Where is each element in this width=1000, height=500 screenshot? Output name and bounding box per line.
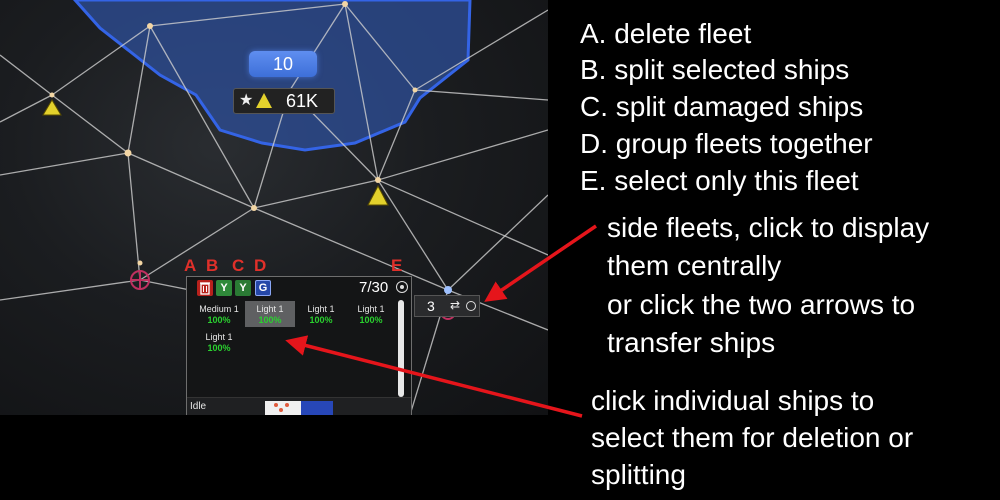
ship-count: 7/30 <box>359 279 389 296</box>
instruction-c: C. split damaged ships <box>580 91 864 122</box>
ship-list-scrollbar[interactable] <box>398 300 404 397</box>
side-fleet-note-2: them centrally <box>607 250 782 281</box>
callout-c: C <box>232 256 245 275</box>
fleet-strength-box: ★ 61K <box>233 88 335 114</box>
instruction-a: A. delete fleet <box>580 18 752 49</box>
instruction-b: B. split selected ships <box>580 54 850 85</box>
fleet-size-badge[interactable]: 10 <box>249 51 317 77</box>
callout-d: D <box>254 256 267 275</box>
callout-e: E <box>391 256 403 275</box>
split-icon: Y <box>220 282 228 294</box>
fleet-emblem-icon <box>265 401 333 415</box>
ships-note-3: splitting <box>591 459 686 490</box>
transfer-arrows-icon[interactable]: ⇄ <box>450 298 460 312</box>
fleet-strength-value: 61K <box>286 91 319 111</box>
group-fleets-button[interactable]: G <box>255 280 271 296</box>
fleet-status: Idle <box>190 401 207 412</box>
instruction-e: E. select only this fleet <box>580 165 859 196</box>
fleet-status-bar: Idle <box>187 397 411 415</box>
ship-cell[interactable]: Light 1 100% <box>194 329 244 355</box>
galaxy-map[interactable]: 10 ★ 61K A B C D E Y Y G 7/30 Medium 1 1… <box>0 0 548 415</box>
callout-a: A <box>184 256 197 275</box>
trash-icon <box>200 282 210 295</box>
instruction-d: D. group fleets together <box>580 128 873 159</box>
hazard-triangle-icon <box>42 99 62 116</box>
split-selected-button[interactable]: Y <box>216 280 232 296</box>
hazard-triangle-icon <box>367 184 389 206</box>
split-damaged-button[interactable]: Y <box>235 280 251 296</box>
star-icon: ★ <box>239 92 254 109</box>
select-side-fleet-icon[interactable] <box>466 301 476 311</box>
crosshair-icon <box>130 270 150 290</box>
fleet-panel: Y Y G 7/30 Medium 1 100% Light 1 100% Li… <box>186 276 412 415</box>
side-fleet-note-4: transfer ships <box>607 327 776 358</box>
ship-cell-selected[interactable]: Light 1 100% <box>245 301 295 327</box>
triangle-icon <box>256 93 272 108</box>
ship-cell[interactable]: Light 1 100% <box>296 301 346 327</box>
split-damaged-icon: Y <box>239 282 247 294</box>
callout-b: B <box>206 256 219 275</box>
group-icon: G <box>258 282 268 294</box>
ships-note-1: click individual ships to <box>591 385 875 416</box>
delete-fleet-button[interactable] <box>197 280 213 296</box>
select-only-fleet-button[interactable] <box>396 281 408 293</box>
side-fleet-note-1: side fleets, click to display <box>607 212 930 243</box>
ship-cell[interactable]: Light 1 100% <box>346 301 396 327</box>
ships-note-2: select them for deletion or <box>591 422 914 453</box>
side-fleet-count: 3 <box>427 298 435 314</box>
ship-cell[interactable]: Medium 1 100% <box>194 301 244 327</box>
side-fleet-note-3: or click the two arrows to <box>607 289 916 320</box>
side-fleet-tab[interactable]: 3 ⇄ <box>414 295 480 317</box>
